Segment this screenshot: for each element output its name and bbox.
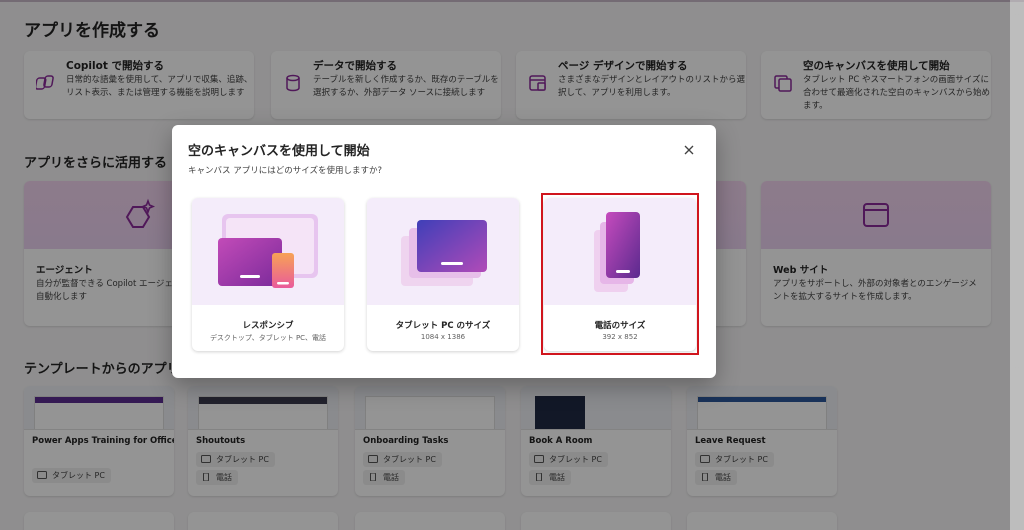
- dialog-title: 空のキャンバスを使用して開始: [188, 144, 370, 159]
- scrollbar-thumb[interactable]: [1015, 14, 1019, 368]
- tablet-illustration: [367, 198, 519, 305]
- option-dimensions: デスクトップ、タブレット PC、電話: [209, 334, 327, 342]
- responsive-devices-icon: [218, 214, 318, 288]
- option-dimensions: 1084 x 1386: [420, 333, 466, 341]
- option-name: タブレット PC のサイズ: [395, 321, 491, 331]
- tablet-size-option[interactable]: タブレット PC のサイズ 1084 x 1386: [367, 198, 519, 351]
- dialog-subtitle: キャンバス アプリにはどのサイズを使用しますか?: [188, 166, 382, 176]
- close-icon[interactable]: [680, 141, 698, 159]
- selection-highlight: [541, 193, 699, 355]
- responsive-illustration: [192, 198, 344, 305]
- option-name: レスポンシブ: [242, 321, 294, 331]
- responsive-option[interactable]: レスポンシブ デスクトップ、タブレット PC、電話: [192, 198, 344, 351]
- tablet-device-icon: [401, 220, 487, 286]
